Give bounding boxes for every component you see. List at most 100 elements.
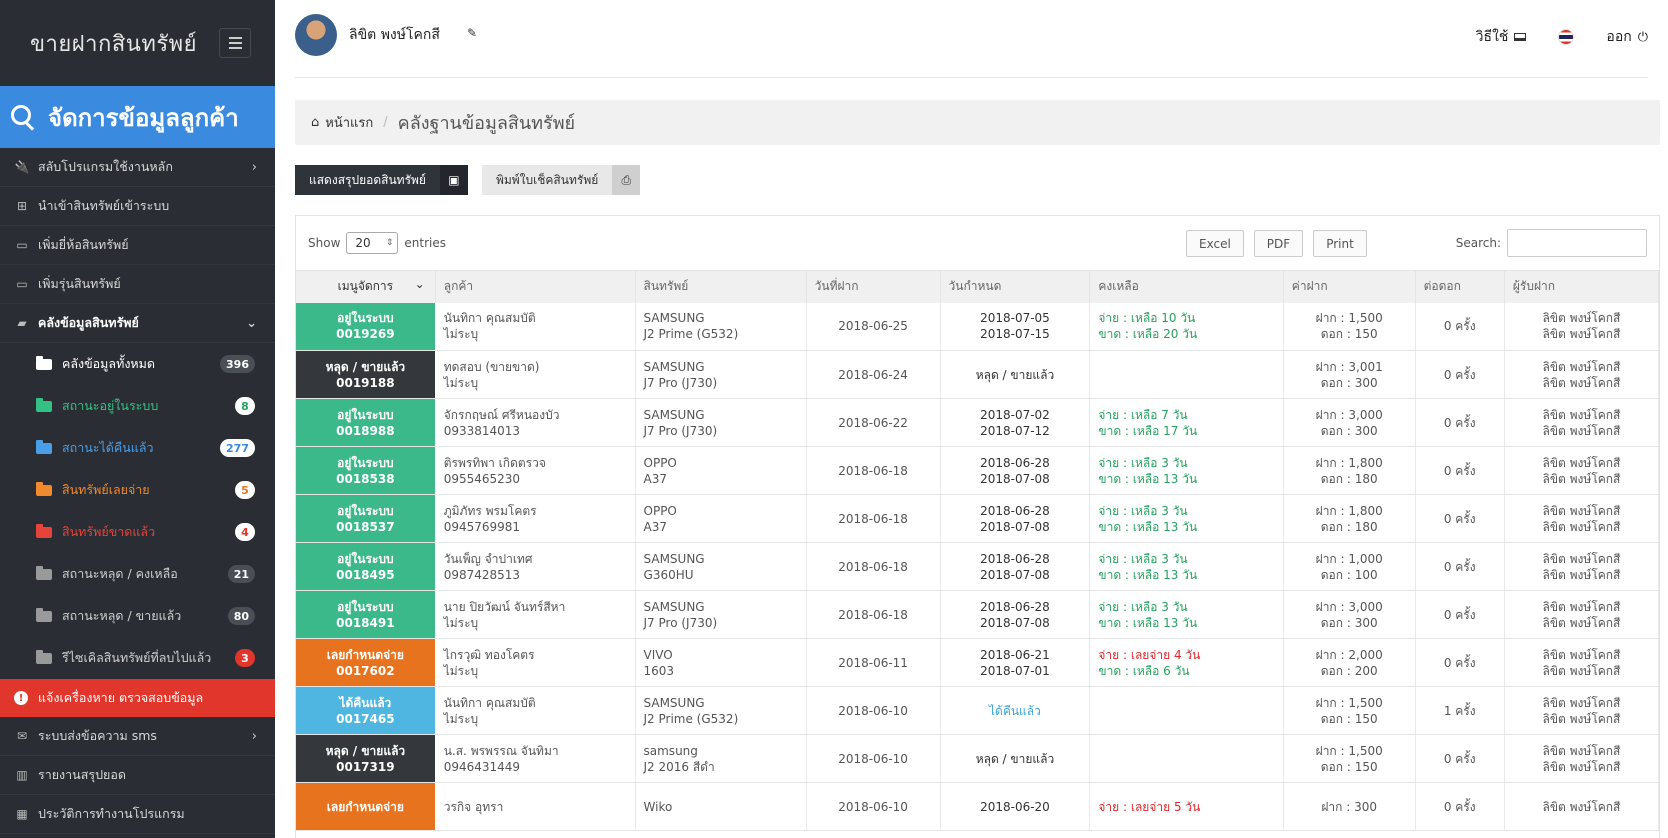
column-header[interactable]: คงเหลือ (1089, 270, 1284, 303)
asset-code: 0019269 (336, 327, 395, 342)
asset-filter-item[interactable]: สถานะได้คืนแล้ว 277 (0, 427, 275, 469)
asset-filter-item[interactable]: สินทรัพย์ขาดแล้ว 4 (0, 511, 275, 553)
due-date-pay: ได้คืนแล้ว (989, 703, 1041, 718)
count-badge: 80 (227, 607, 255, 625)
status-cell[interactable]: หลุด / ขายแล้ว 0017319 (296, 734, 436, 783)
status-cell[interactable]: อยู่ในระบบ 0018538 (296, 446, 436, 495)
status-label: ได้คืนแล้ว (339, 695, 392, 710)
asset-filter-item[interactable]: รีไซเคิลสินทรัพย์ที่ลบไปแล้ว 3 (0, 637, 275, 679)
asset-code: 0018537 (336, 519, 395, 534)
deposit-date-cell: 2018-06-25 (806, 302, 941, 351)
lost-device-alert-item[interactable]: ! แจ้งเครื่องหาย ตรวจสอบข้อมูล (0, 679, 275, 717)
asset-brand: SAMSUNG (643, 695, 705, 710)
sidebar-item-bar-chart[interactable]: ▥ รายงานสรุปยอด (0, 756, 275, 795)
asset-filter-label: สถานะอยู่ในระบบ (62, 398, 159, 413)
calendar-icon: ▦ (16, 807, 28, 821)
sidebar-menu-bottom: ✉ ระบบส่งข้อความ sms › ▥ รายงานสรุปยอด ▦ ประวั… (0, 717, 275, 834)
customer-search-banner[interactable]: จัดการข้อมูลลูกค้า (0, 86, 275, 148)
username[interactable]: ลิขิต พงษ์โคกสี (349, 24, 440, 46)
customer-name: ติรพรทิพา เกิดตรวจ (443, 455, 546, 470)
remaining-forfeit: ขาด : เหลือ 13 วัน (1098, 567, 1198, 582)
asset-brand: OPPO (643, 455, 677, 470)
asset-filter-item[interactable]: สินทรัพย์เลยจ่าย 5 (0, 469, 275, 511)
column-header[interactable]: ค่าฝาก (1283, 270, 1416, 303)
due-date-pay: 2018-06-20 (980, 799, 1050, 814)
column-header[interactable]: วันกำหนด (940, 270, 1091, 303)
asset-table: เมนูจัดการ ⌄ ลูกค้า สินทรัพย์ วันที่ฝาก วันกำ… (296, 270, 1659, 831)
interest-amount: ดอก : 300 (1320, 615, 1378, 630)
status-cell[interactable]: อยู่ในระบบ 0018495 (296, 542, 436, 591)
entries-select[interactable]: 20 (346, 232, 399, 254)
status-cell[interactable]: อยู่ในระบบ 0018537 (296, 494, 436, 543)
sidebar-item-laptop[interactable]: ▭ เพิ่มยี่ห้อสินทรัพย์ (0, 226, 275, 265)
top-bar: ลิขิต พงษ์โคกสี ✎ วิธีใช้ ออก ⏻ (295, 0, 1648, 78)
due-date-forfeit: 2018-07-08 (980, 615, 1050, 630)
customer-name: น.ส. พรพรรณ จันทิมา (443, 743, 559, 758)
due-date-forfeit: 2018-07-12 (980, 423, 1050, 438)
asset-model: G360HU (643, 567, 694, 582)
edit-profile-icon[interactable]: ✎ (467, 26, 477, 40)
receiver-cell: ลิขิต พงษ์โคกสี ลิขิต พงษ์โคกสี (1504, 350, 1659, 399)
receiver-name: ลิขิต พงษ์โคกสี (1542, 519, 1621, 534)
status-cell[interactable]: เลยกำหนดจ่าย (296, 782, 436, 831)
help-link[interactable]: วิธีใช้ (1476, 26, 1527, 48)
sidebar-item-plug[interactable]: 🔌 สลับโปรแกรมใช้งานหลัก › (0, 148, 275, 187)
column-header[interactable]: ต่อดอก (1415, 270, 1505, 303)
customer-phone: ไม่ระบุ (443, 375, 479, 390)
fee-cell: ฝาก : 1,500 ดอก : 150 (1283, 734, 1416, 783)
column-header[interactable]: ผู้รับฝาก (1504, 270, 1659, 303)
asset-cell: SAMSUNG J2 Prime (G532) (635, 302, 807, 351)
asset-cell: OPPO A37 (635, 494, 807, 543)
status-cell[interactable]: อยู่ในระบบ 0018988 (296, 398, 436, 447)
sidebar-item-folder-open[interactable]: ▰ คลังข้อมูลสินทรัพย์ ⌄ (0, 304, 275, 343)
status-cell[interactable]: อยู่ในระบบ 0019269 (296, 302, 436, 351)
power-icon: ⏻ (1637, 29, 1648, 45)
pdf-export-button[interactable]: PDF (1253, 230, 1304, 257)
customer-phone: 0955465230 (443, 471, 521, 486)
show-summary-button[interactable]: แสดงสรุปยอดสินทรัพย์ ▣ (295, 165, 468, 195)
excel-export-button[interactable]: Excel (1186, 230, 1244, 257)
avatar[interactable] (295, 14, 337, 56)
fee-cell: ฝาก : 1,000 ดอก : 100 (1283, 542, 1416, 591)
status-cell[interactable]: เลยกำหนดจ่าย 0017602 (296, 638, 436, 687)
column-header[interactable]: สินทรัพย์ (635, 270, 807, 303)
asset-filter-item[interactable]: คลังข้อมูลทั้งหมด 396 (0, 343, 275, 385)
chevron-icon: › (251, 159, 257, 175)
sidebar-item-label: ประวัติการทำงานโปรแกรม (38, 806, 185, 821)
laptop-icon: ▭ (16, 277, 28, 291)
asset-cell: Wiko (635, 782, 807, 831)
column-header[interactable]: เมนูจัดการ ⌄ (296, 270, 436, 303)
deposit-amount: ฝาก : 1,500 (1315, 695, 1383, 710)
column-header[interactable]: ลูกค้า (435, 270, 636, 303)
search-input[interactable] (1507, 229, 1647, 257)
receiver-name: ลิขิต พงษ์โคกสี (1542, 423, 1621, 438)
status-cell[interactable]: ได้คืนแล้ว 0017465 (296, 686, 436, 735)
status-cell[interactable]: หลุด / ขายแล้ว 0019188 (296, 350, 436, 399)
deposit-amount: ฝาก : 1,800 (1315, 503, 1383, 518)
thai-flag-icon[interactable] (1558, 29, 1575, 45)
asset-filter-item[interactable]: สถานะหลุด / ขายแล้ว 80 (0, 595, 275, 637)
breadcrumb-home[interactable]: หน้าแรก (325, 112, 373, 133)
sidebar-item-laptop[interactable]: ▭ เพิ่มรุ่นสินทรัพย์ (0, 265, 275, 304)
interest-amount: ดอก : 180 (1320, 471, 1378, 486)
customer-name: วันเพ็ญ จำปาเทศ (443, 551, 533, 566)
asset-filter-item[interactable]: สถานะหลุด / คงเหลือ 21 (0, 553, 275, 595)
logout-link[interactable]: ออก ⏻ (1606, 26, 1648, 48)
print-export-button[interactable]: Print (1313, 230, 1367, 257)
asset-model: J7 Pro (J730) (643, 423, 718, 438)
interest-amount: ดอก : 200 (1320, 663, 1378, 678)
asset-filter-item[interactable]: สถานะอยู่ในระบบ 8 (0, 385, 275, 427)
receiver-name: ลิขิต พงษ์โคกสี (1542, 311, 1621, 326)
column-header[interactable]: วันที่ฝาก (806, 270, 941, 303)
sidebar-item-label: รายงานสรุปยอด (38, 767, 126, 782)
sidebar-item-calendar[interactable]: ▦ ประวัติการทำงานโปรแกรม (0, 795, 275, 834)
receiver-cell: ลิขิต พงษ์โคกสี ลิขิต พงษ์โคกสี (1504, 686, 1659, 735)
menu-toggle-button[interactable] (219, 28, 252, 58)
status-cell[interactable]: อยู่ในระบบ 0018491 (296, 590, 436, 639)
receiver-name: ลิขิต พงษ์โคกสี (1542, 455, 1621, 470)
asset-filter-label: สินทรัพย์เลยจ่าย (62, 482, 150, 497)
count-badge: 8 (235, 397, 255, 415)
print-check-button[interactable]: พิมพ์ใบเช็คสินทรัพย์ ⎙ (481, 165, 641, 195)
sidebar-item-envelope[interactable]: ✉ ระบบส่งข้อความ sms › (0, 717, 275, 756)
sidebar-item-plus-square[interactable]: ⊞ นำเข้าสินทรัพย์เข้าระบบ (0, 187, 275, 226)
